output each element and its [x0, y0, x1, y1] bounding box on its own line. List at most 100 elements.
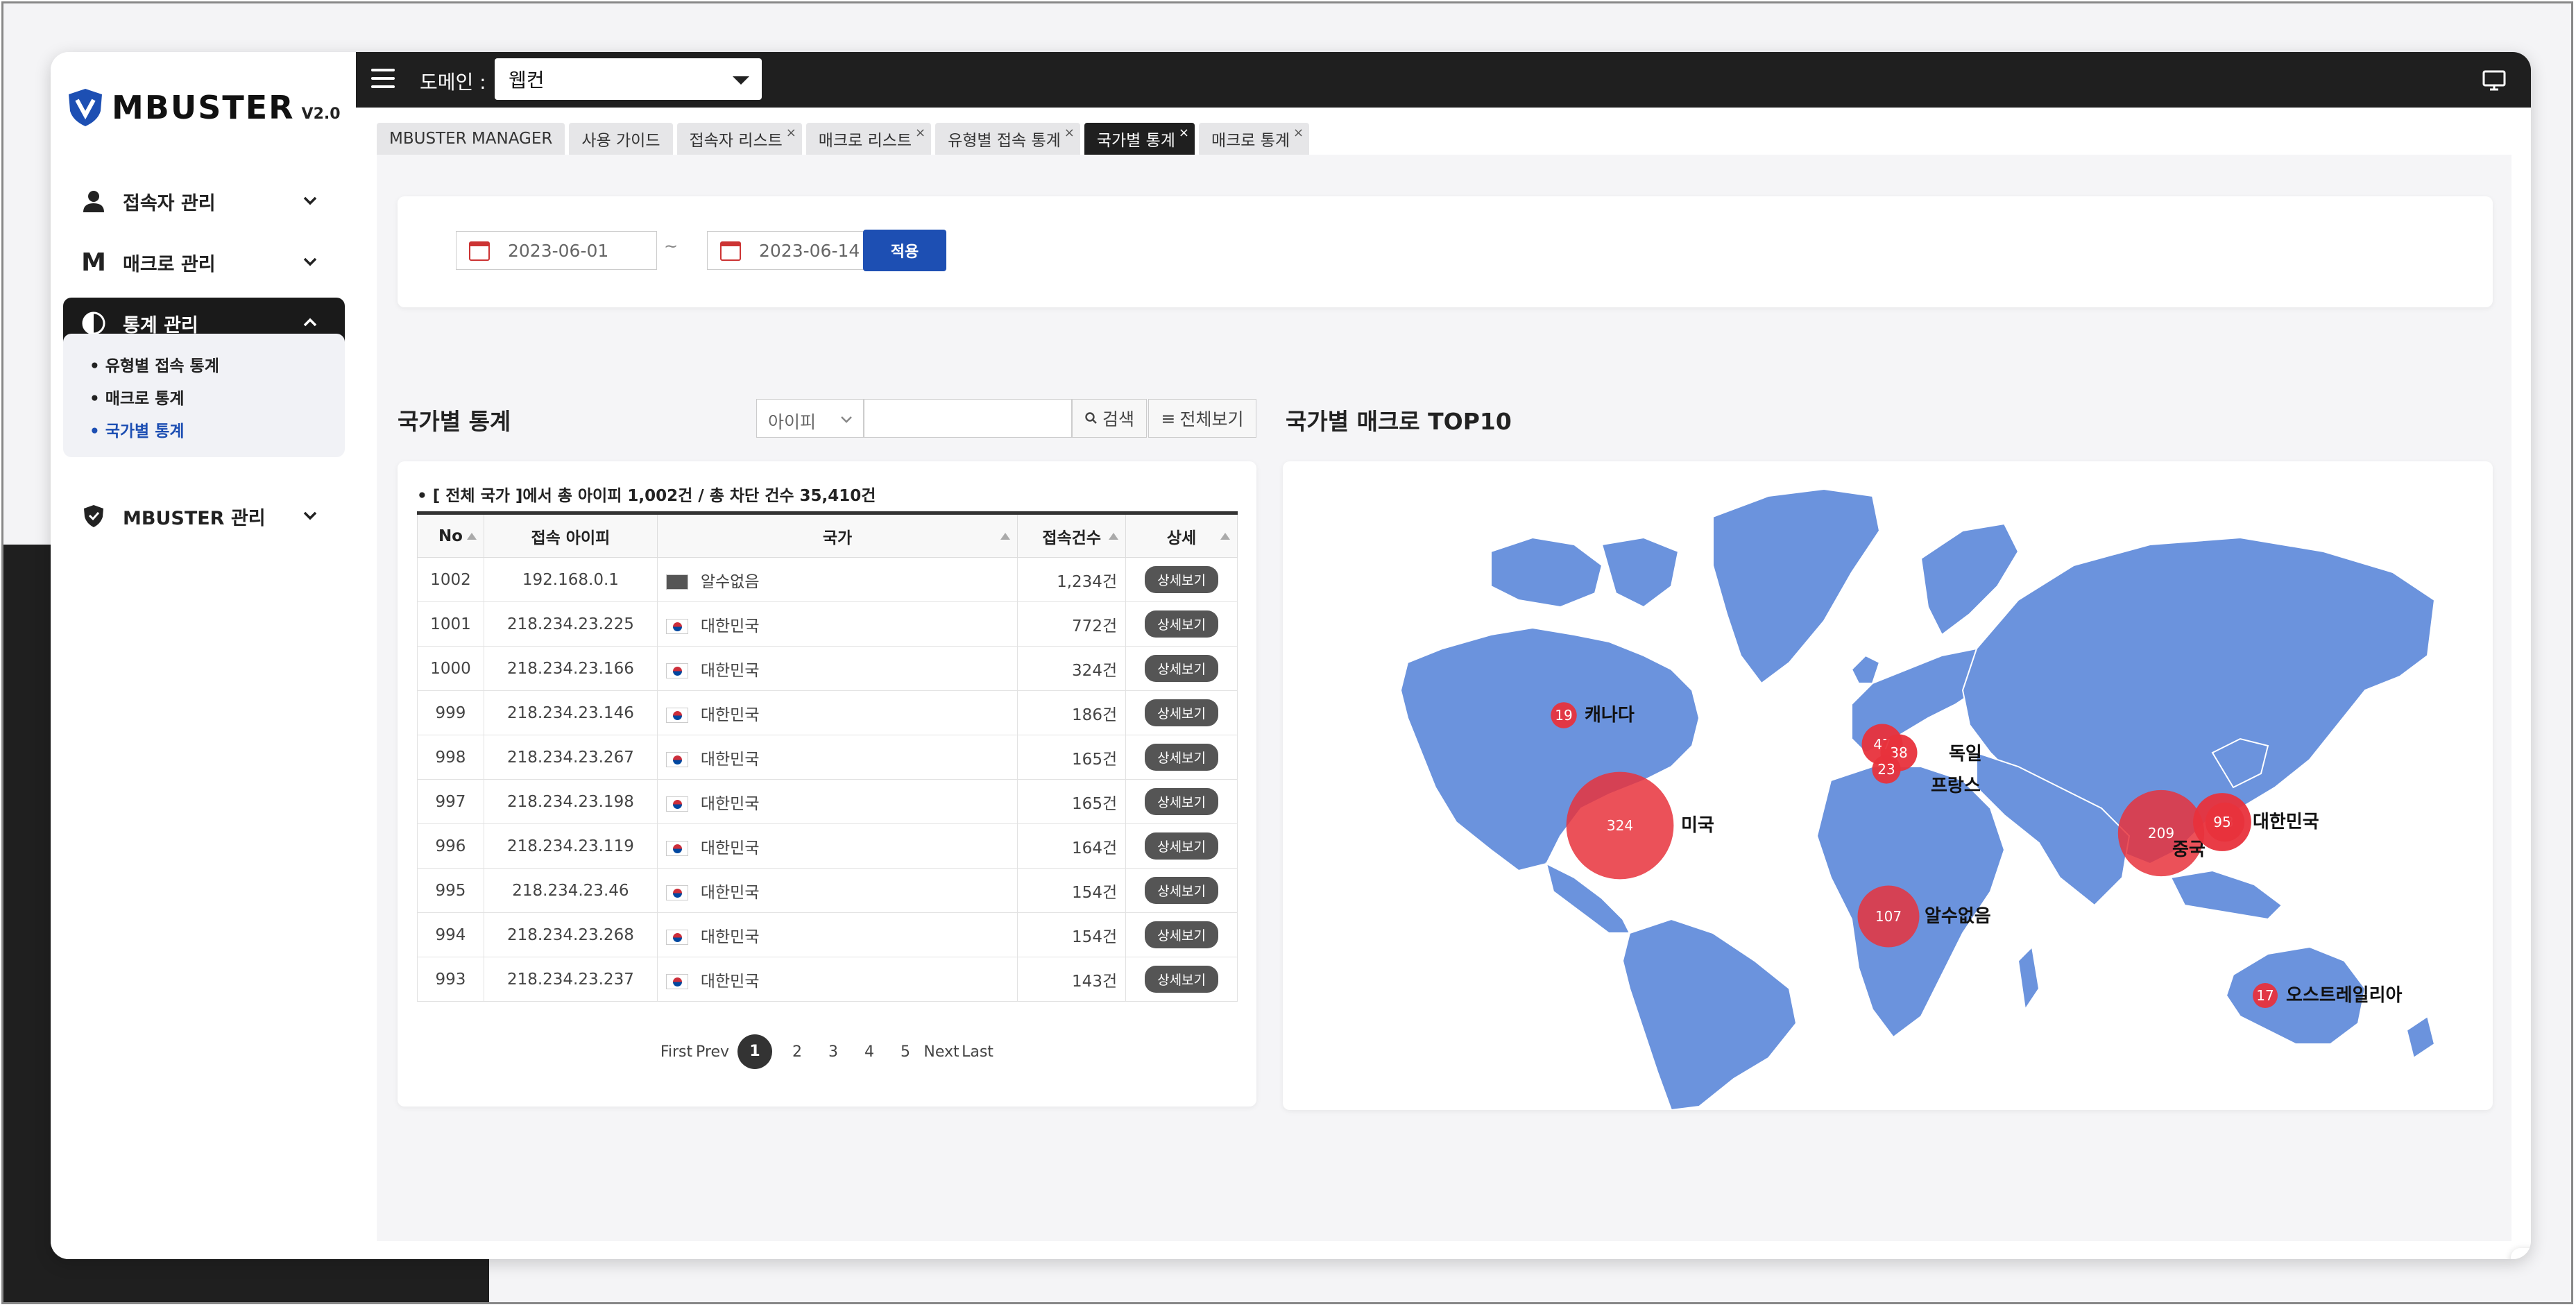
cell-count: 324건	[1017, 646, 1127, 691]
close-icon[interactable]: ×	[1064, 126, 1075, 140]
content-area: 2023-06-01 ~ 2023-06-14 적용 국가별 통계 아이피 검색	[377, 155, 2511, 1241]
date-filter-panel: 2023-06-01 ~ 2023-06-14 적용	[398, 196, 2493, 307]
map-bubble-value: 95	[2213, 814, 2230, 830]
page-next[interactable]: Next	[923, 1043, 959, 1061]
cell-detail: 상세보기	[1125, 823, 1238, 869]
tab-mbuster-manager[interactable]: MBUSTER MANAGER	[377, 123, 565, 155]
chevron-down-icon	[303, 257, 317, 266]
cell-country: 대한민국	[656, 779, 1018, 824]
search-button[interactable]: 검색	[1072, 399, 1147, 438]
sort-icon	[466, 533, 477, 540]
tab-user-guide[interactable]: 사용 가이드	[569, 123, 673, 155]
page-first[interactable]: First	[658, 1043, 694, 1061]
cell-count: 772건	[1017, 601, 1127, 647]
cell-country: 대한민국	[656, 690, 1018, 735]
cell-detail: 상세보기	[1125, 912, 1238, 957]
cell-no: 1000	[417, 646, 484, 691]
sidebar-item-user-management[interactable]: 접속자 관리	[63, 176, 345, 227]
cell-count: 165건	[1017, 735, 1127, 780]
detail-button[interactable]: 상세보기	[1145, 921, 1219, 948]
detail-button[interactable]: 상세보기	[1145, 877, 1219, 904]
page-3[interactable]: 3	[815, 1043, 851, 1061]
list-icon: ≡	[1161, 408, 1176, 429]
domain-select[interactable]: 웹컨	[495, 58, 762, 100]
logo[interactable]: MBUSTER V2.0	[66, 83, 341, 132]
tab-bar: MBUSTER MANAGER 사용 가이드 접속자 리스트 × 매크로 리스트 ×…	[377, 123, 1310, 155]
close-icon[interactable]: ×	[786, 126, 796, 140]
tab-macro-list[interactable]: 매크로 리스트 ×	[805, 123, 932, 155]
map-country-label: 프랑스	[1931, 776, 1981, 796]
cell-detail: 상세보기	[1125, 957, 1238, 1002]
close-icon[interactable]: ×	[1293, 126, 1304, 140]
tab-type-stats[interactable]: 유형별 접속 통계 ×	[935, 123, 1080, 155]
korea-flag-icon	[665, 841, 688, 856]
page-5[interactable]: 5	[887, 1043, 923, 1061]
cell-ip: 218.234.23.268	[483, 912, 658, 957]
sort-icon	[1109, 533, 1119, 540]
tab-visitor-list[interactable]: 접속자 리스트 ×	[676, 123, 802, 155]
monitor-icon[interactable]	[2482, 67, 2507, 92]
submenu-item-macro-stats[interactable]: • 매크로 통계	[89, 383, 345, 416]
page-4[interactable]: 4	[851, 1043, 887, 1061]
chevron-up-icon	[303, 318, 317, 327]
detail-button[interactable]: 상세보기	[1145, 610, 1219, 638]
apply-button[interactable]: 적용	[863, 230, 946, 271]
start-date-input[interactable]: 2023-06-01	[456, 231, 657, 270]
sidebar-item-label: 매크로 관리	[123, 253, 216, 275]
map-bubble-value: 107	[1875, 908, 1902, 925]
column-header-count[interactable]: 접속건수	[1017, 513, 1127, 558]
page-prev[interactable]: Prev	[694, 1043, 731, 1061]
home-button[interactable]	[2511, 1248, 2531, 1259]
korea-flag-icon	[665, 752, 688, 767]
detail-button[interactable]: 상세보기	[1145, 744, 1219, 771]
tab-country-stats[interactable]: 국가별 통계 ×	[1084, 123, 1195, 155]
window-frame: MBUSTER V2.0 접속자 관리 M 매크로 관리 통계 관리 • 유형별…	[1, 1, 2573, 1304]
table-row: 999 218.234.23.146 대한민국 186건 상세보기	[417, 690, 1238, 735]
table-body: 1002 192.168.0.1 알수없음 1,234건 상세보기 1001 218.234…	[417, 557, 1238, 1002]
close-icon[interactable]: ×	[915, 126, 926, 140]
column-header-detail[interactable]: 상세	[1125, 513, 1238, 558]
submenu-item-country-stats[interactable]: • 국가별 통계	[89, 416, 345, 448]
map-country-label: 알수없음	[1925, 906, 1991, 927]
calendar-icon	[469, 241, 490, 261]
table-row: 998 218.234.23.267 대한민국 165건 상세보기	[417, 735, 1238, 780]
sidebar-item-macro-management[interactable]: M 매크로 관리	[63, 237, 345, 288]
page-1[interactable]: 1	[737, 1034, 772, 1069]
cell-detail: 상세보기	[1125, 868, 1238, 913]
cell-count: 154건	[1017, 868, 1127, 913]
shield-icon	[80, 502, 108, 530]
table-row: 995 218.234.23.46 대한민국 154건 상세보기	[417, 868, 1238, 913]
table-row: 997 218.234.23.198 대한민국 165건 상세보기	[417, 779, 1238, 824]
map-country-label: 대한민국	[2253, 812, 2319, 832]
sidebar-item-mbuster-management[interactable]: MBUSTER 관리	[63, 490, 345, 542]
detail-button[interactable]: 상세보기	[1145, 566, 1219, 593]
detail-button[interactable]: 상세보기	[1145, 655, 1219, 682]
cell-count: 154건	[1017, 912, 1127, 957]
table-row: 994 218.234.23.268 대한민국 154건 상세보기	[417, 912, 1238, 957]
search-input[interactable]	[864, 399, 1072, 438]
m-letter-icon: M	[81, 248, 106, 277]
domain-value: 웹컨	[509, 69, 545, 92]
close-icon[interactable]: ×	[1179, 126, 1189, 140]
column-header-country[interactable]: 국가	[656, 513, 1018, 558]
detail-button[interactable]: 상세보기	[1145, 832, 1219, 860]
summary-text: • [ 전체 국가 ]에서 총 아이피 1,002건 / 총 차단 건수 35,…	[417, 487, 876, 505]
page-2[interactable]: 2	[779, 1043, 815, 1061]
column-header-no[interactable]: No	[417, 513, 484, 558]
tab-macro-stats[interactable]: 매크로 통계 ×	[1198, 123, 1310, 155]
detail-button[interactable]: 상세보기	[1145, 788, 1219, 815]
show-all-button[interactable]: ≡ 전체보기	[1148, 399, 1256, 438]
submenu-item-type-stats[interactable]: • 유형별 접속 통계	[89, 350, 345, 383]
hamburger-menu-icon[interactable]	[371, 69, 395, 91]
world-map[interactable]: 324미국19캐나다47영국38독일23프랑스209중국43대한민국95일본10…	[1283, 461, 2493, 1110]
filter-type-select[interactable]: 아이피	[756, 399, 864, 438]
korea-flag-icon	[665, 619, 688, 634]
cell-no: 993	[417, 957, 484, 1002]
detail-button[interactable]: 상세보기	[1145, 966, 1219, 993]
logo-text: MBUSTER	[112, 89, 295, 126]
page-last[interactable]: Last	[959, 1043, 996, 1061]
cell-ip: 218.234.23.46	[483, 868, 658, 913]
detail-button[interactable]: 상세보기	[1145, 699, 1219, 726]
map-bubble-value: 209	[2148, 825, 2174, 842]
country-stats-table: No 접속 아이피 국가 접속건수 상세 1002 192.168.0.1 알수없음…	[417, 511, 1238, 1002]
